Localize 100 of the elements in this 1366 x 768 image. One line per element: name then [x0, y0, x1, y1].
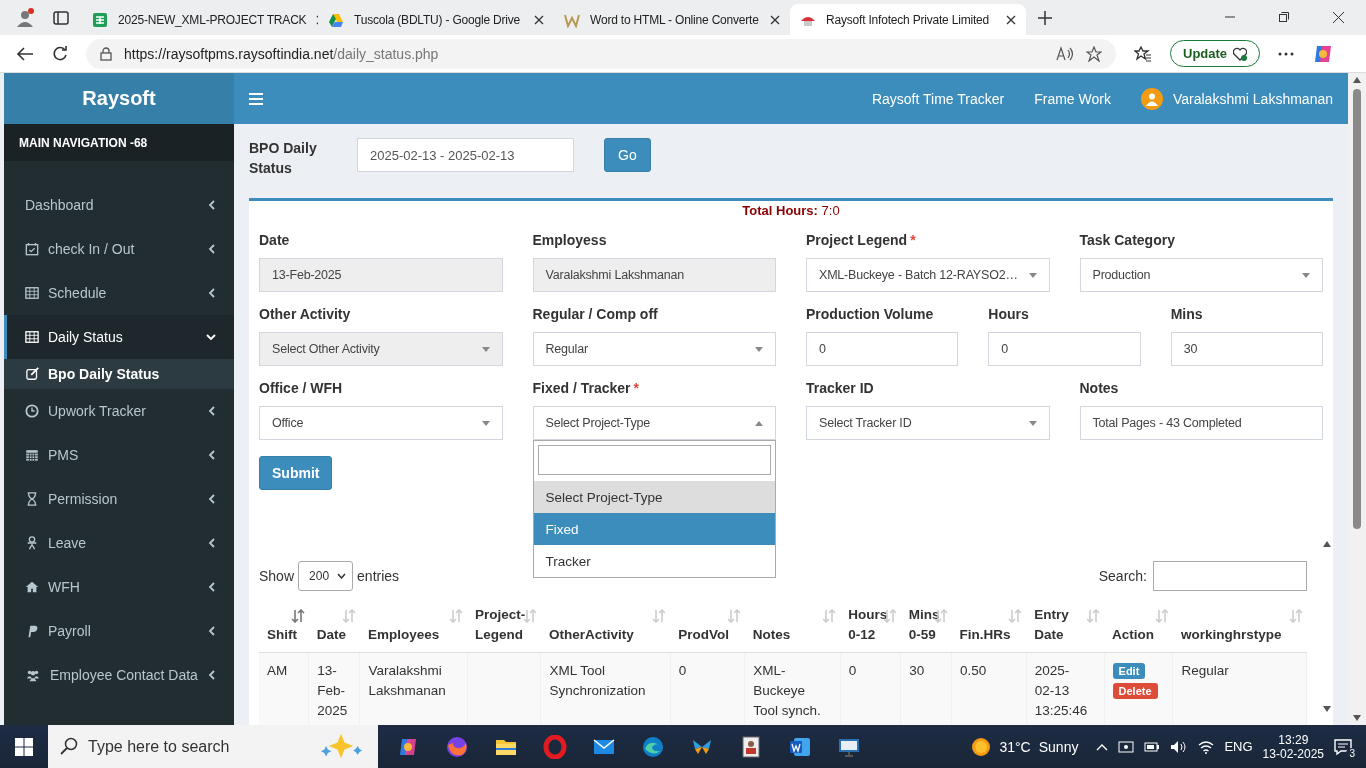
- edit-button[interactable]: Edit: [1112, 662, 1146, 679]
- input-field[interactable]: 30: [1170, 332, 1323, 366]
- profile-icon[interactable]: [14, 6, 36, 29]
- column-header[interactable]: Mins 0-59: [900, 603, 952, 652]
- table-cell: 0.50: [960, 662, 987, 678]
- select-field[interactable]: Office: [259, 406, 503, 440]
- column-header[interactable]: workinghrstype: [1172, 603, 1307, 652]
- close-icon[interactable]: [1333, 12, 1344, 23]
- column-header[interactable]: Shift: [259, 603, 309, 652]
- document-figure-icon[interactable]: [739, 734, 763, 759]
- user-name[interactable]: Varalakshmi Lakshmanan: [1172, 90, 1333, 107]
- weather-text[interactable]: Sunny: [1038, 738, 1079, 755]
- go-button[interactable]: Go: [604, 138, 651, 172]
- read-aloud-icon[interactable]: [1056, 45, 1074, 62]
- sun-icon[interactable]: [971, 736, 992, 757]
- sidebar-item[interactable]: Leave: [4, 521, 234, 565]
- scrollbar-thumb[interactable]: [1353, 89, 1361, 529]
- column-header[interactable]: Hours 0-12: [840, 603, 901, 652]
- browser-tab[interactable]: Word to HTML - Online Converte: [554, 4, 790, 35]
- wifi-icon[interactable]: [1198, 739, 1215, 754]
- table-cell: XML Tool Synchronization: [549, 662, 646, 698]
- temperature[interactable]: 31°C: [999, 738, 1031, 755]
- close-icon[interactable]: [770, 14, 780, 25]
- table-cell: Regular: [1181, 662, 1229, 678]
- input-field[interactable]: Total Pages - 43 Completed: [1079, 406, 1323, 440]
- dropdown-option[interactable]: Fixed: [533, 513, 775, 545]
- speaker-icon[interactable]: [1170, 739, 1189, 754]
- entries-select[interactable]: 200: [298, 561, 354, 591]
- sidebar-item[interactable]: check In / Out: [4, 227, 234, 271]
- sidebar-item[interactable]: Schedule: [4, 271, 234, 315]
- column-header[interactable]: Fin.HRs: [951, 603, 1027, 652]
- notification-icon[interactable]: [1334, 738, 1352, 755]
- scroll-down-icon[interactable]: [1353, 715, 1361, 721]
- select-field[interactable]: Select Project-Type: [532, 406, 776, 440]
- scroll-up-icon[interactable]: [1323, 541, 1331, 547]
- address-bar[interactable]: https://raysoftpms.raysoftindia.net/daily_status.php: [86, 38, 1116, 69]
- tray-app-icon[interactable]: [1118, 739, 1135, 754]
- taskbar-search-field[interactable]: Type here to search: [48, 725, 378, 768]
- star-icon[interactable]: [1086, 45, 1102, 62]
- windows-icon[interactable]: [15, 737, 33, 756]
- favorites-icon[interactable]: [1134, 45, 1152, 62]
- column-header[interactable]: ProdVol: [670, 603, 745, 652]
- delete-button[interactable]: Delete: [1112, 682, 1158, 699]
- select-field[interactable]: Production: [1079, 258, 1323, 292]
- search-field[interactable]: [1153, 561, 1307, 591]
- fox-globe-icon[interactable]: [445, 734, 469, 759]
- column-header[interactable]: Action: [1104, 603, 1173, 652]
- tab-actions-icon[interactable]: [53, 9, 69, 26]
- scroll-down-icon[interactable]: [1323, 706, 1331, 712]
- sidebar-item[interactable]: Employee Contact Data: [4, 653, 234, 697]
- sidebar-item[interactable]: PMS: [4, 433, 234, 477]
- column-header[interactable]: Employees: [359, 603, 468, 652]
- wave-icon[interactable]: [641, 734, 665, 759]
- battery-icon[interactable]: [1144, 740, 1161, 753]
- menu-icon[interactable]: [249, 92, 263, 105]
- heart-icon: [1233, 46, 1248, 61]
- select-field[interactable]: Regular: [532, 332, 776, 366]
- sidebar-subitem[interactable]: Bpo Daily Status: [4, 359, 234, 389]
- search-field[interactable]: [537, 445, 771, 475]
- header-link[interactable]: Frame Work: [1034, 90, 1111, 107]
- submit-button[interactable]: Submit: [259, 456, 333, 490]
- language-indicator[interactable]: ENG: [1224, 739, 1253, 754]
- hourglass-icon: [25, 492, 39, 506]
- sidebar-item[interactable]: Upwork Tracker: [4, 389, 234, 433]
- brand-logo[interactable]: Raysoft: [4, 73, 234, 124]
- home-icon: [25, 580, 39, 594]
- more-icon[interactable]: [1278, 51, 1295, 56]
- reload-icon[interactable]: [52, 45, 68, 62]
- scroll-up-icon[interactable]: [1353, 77, 1361, 83]
- close-icon[interactable]: [1006, 14, 1016, 25]
- field-label: Other Activity: [259, 306, 352, 324]
- back-icon[interactable]: [16, 45, 34, 62]
- date-range-field[interactable]: 2025-02-13 - 2025-02-13: [357, 138, 574, 172]
- column-header[interactable]: Notes: [744, 603, 841, 652]
- column-header[interactable]: Project- Legend: [467, 603, 541, 652]
- header-link[interactable]: Raysoft Time Tracker: [871, 90, 1005, 107]
- browser-tab[interactable]: Raysoft Infotech Private Limited: [790, 4, 1026, 35]
- chevron-up-icon[interactable]: [1096, 742, 1109, 751]
- select-field[interactable]: XML-Buckeye - Batch 12-RAYSO2…: [806, 258, 1050, 292]
- close-icon[interactable]: [534, 14, 544, 25]
- ring-icon[interactable]: [543, 734, 567, 759]
- browser-tab[interactable]: 2025-NEW_XML-PROJECT TRACK: [82, 4, 318, 35]
- sidebar-item[interactable]: WFH: [4, 565, 234, 609]
- dropdown-option[interactable]: Tracker: [533, 545, 775, 577]
- clock[interactable]: 13:29 13-02-2025: [1262, 732, 1324, 761]
- new-tab-icon[interactable]: [1038, 10, 1052, 25]
- column-header[interactable]: Date: [308, 603, 360, 652]
- sidebar-item[interactable]: Daily Status: [4, 315, 234, 359]
- dropdown-option[interactable]: Select Project-Type: [533, 481, 775, 513]
- browser-tab[interactable]: Tuscola (BDLTU) - Google Drive: [318, 4, 554, 35]
- sidebar-item[interactable]: Dashboard: [4, 183, 234, 227]
- input-field[interactable]: 0: [806, 332, 959, 366]
- restore-icon[interactable]: [1279, 12, 1289, 22]
- sidebar-item[interactable]: Permission: [4, 477, 234, 521]
- sidebar-item[interactable]: Payroll: [4, 609, 234, 653]
- column-header[interactable]: OtherActivity: [540, 603, 671, 652]
- update-button[interactable]: Update: [1170, 40, 1261, 67]
- select-field[interactable]: Select Tracker ID: [806, 406, 1050, 440]
- input-field[interactable]: 0: [988, 332, 1141, 366]
- column-header[interactable]: Entry Date: [1026, 603, 1105, 652]
